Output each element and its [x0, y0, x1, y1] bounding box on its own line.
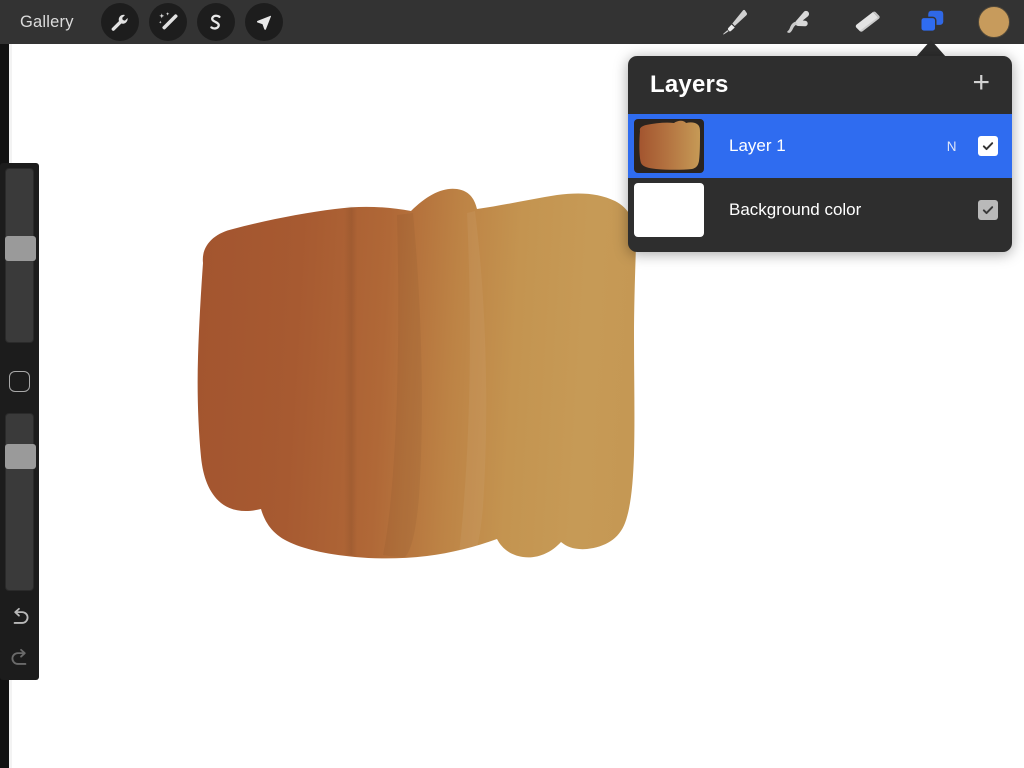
smudge-button[interactable]: [780, 2, 820, 42]
undo-icon: [7, 604, 33, 630]
modify-button[interactable]: [9, 371, 30, 392]
layer-name-background-color: Background color: [729, 200, 862, 219]
color-swatch-button[interactable]: [978, 6, 1010, 38]
s-curve-icon: [205, 12, 226, 33]
brush-size-thumb[interactable]: [5, 236, 36, 261]
layers-panel-title: Layers: [650, 71, 729, 98]
selection-button[interactable]: [196, 3, 235, 41]
brush-size-slider[interactable]: [5, 168, 36, 343]
arrow-icon: [253, 12, 274, 33]
redo-icon: [7, 645, 33, 671]
layer-thumbnail-layer-1[interactable]: [634, 119, 704, 173]
layer-row-background-color[interactable]: Background color: [628, 178, 1012, 242]
layer-thumbnail-background-color[interactable]: [634, 183, 704, 237]
left-sidebar: [0, 163, 39, 680]
transform-button[interactable]: [244, 3, 283, 41]
layers-button[interactable]: [912, 2, 952, 42]
gallery-button[interactable]: Gallery: [18, 9, 80, 36]
smudge-icon: [785, 7, 816, 38]
layers-panel-caret: [916, 40, 946, 57]
layer-visibility-checkbox-background-color[interactable]: [978, 200, 998, 220]
adjustments-button[interactable]: [148, 3, 187, 41]
erase-button[interactable]: [846, 2, 886, 42]
layers-panel: Layers + Layer 1 N Background color: [628, 56, 1012, 252]
actions-button[interactable]: [100, 3, 139, 41]
layer-name-layer-1: Layer 1: [729, 136, 786, 155]
toolbar-right-group: [714, 2, 1024, 42]
opacity-slider[interactable]: [5, 413, 36, 591]
toolbar-left-group: Gallery: [0, 3, 283, 41]
layer-row-layer-1[interactable]: Layer 1 N: [628, 114, 1012, 178]
checkmark-icon: [981, 203, 995, 217]
paint-button[interactable]: [714, 2, 754, 42]
layers-icon: [917, 7, 947, 37]
undo-button[interactable]: [7, 604, 33, 630]
eraser-icon: [851, 7, 881, 37]
layers-panel-header: Layers +: [628, 56, 1012, 114]
top-toolbar: Gallery: [0, 0, 1024, 44]
layer-blend-mode-layer-1[interactable]: N: [947, 139, 978, 154]
procreate-app: Gallery Layers + Layer 1 N Background co…: [0, 0, 1024, 768]
checkmark-icon: [981, 139, 995, 153]
add-layer-button[interactable]: +: [970, 68, 992, 102]
layer-visibility-checkbox-layer-1[interactable]: [978, 136, 998, 156]
opacity-thumb[interactable]: [5, 444, 36, 469]
artwork-blob: [175, 167, 655, 577]
redo-button[interactable]: [7, 645, 33, 671]
paintbrush-icon: [719, 7, 749, 37]
magic-wand-icon: [157, 11, 179, 33]
wrench-icon: [109, 12, 130, 33]
